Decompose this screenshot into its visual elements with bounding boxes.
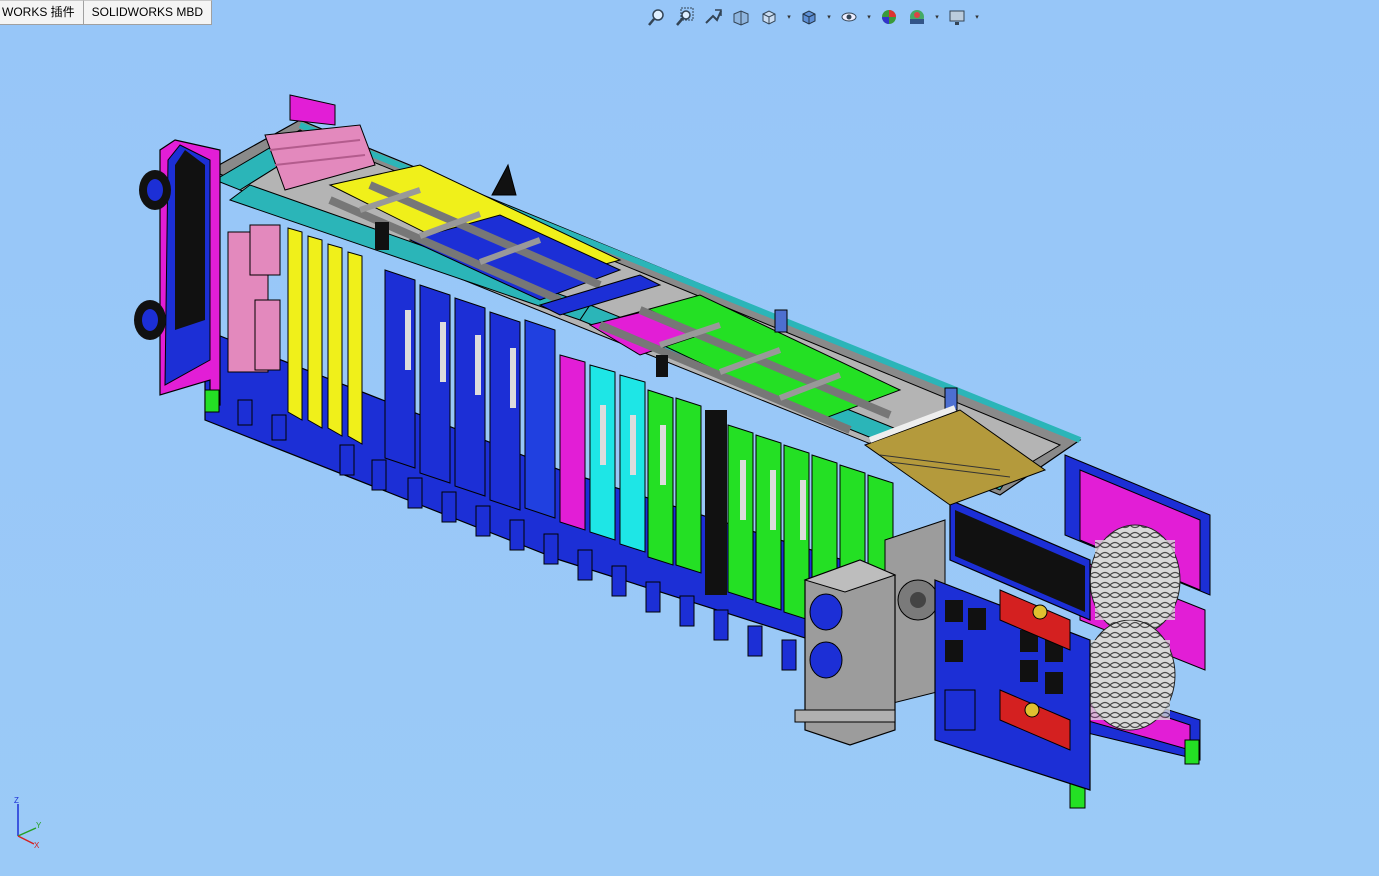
edit-appearance-icon [882,10,896,24]
triad-x-label: X [34,841,40,850]
apply-scene-button[interactable] [905,6,929,28]
section-view-icon [733,10,749,26]
view-orientation-icon [762,10,776,25]
triad-y-label: Y [36,821,42,830]
machine-assembly[interactable] [134,94,1211,809]
hide-show-items-button[interactable] [837,6,861,28]
display-style-icon [802,10,816,25]
section-view-button[interactable] [729,6,753,28]
triad-z-label: Z [14,796,19,805]
zoom-to-area-icon [676,7,694,26]
command-manager-tabs: WORKS 插件 SOLIDWORKS MBD [0,0,213,25]
tab-solidworks-mbd[interactable]: SOLIDWORKS MBD [83,0,213,24]
hide-show-items-icon [841,12,857,22]
display-style-button[interactable] [797,6,821,28]
zoom-to-fit-button[interactable] [645,6,669,28]
graphics-area[interactable] [0,26,1379,876]
chevron-down-icon[interactable]: ▾ [865,6,873,28]
chevron-down-icon[interactable]: ▾ [785,6,793,28]
zoom-to-area-button[interactable] [673,6,697,28]
instrument-housing [794,559,897,746]
apply-scene-icon [910,10,924,24]
chevron-down-icon[interactable]: ▾ [973,6,981,28]
reference-triad: Z Y X [14,796,42,850]
previous-view-button[interactable] [701,6,725,28]
view-settings-icon [949,10,965,25]
edit-appearance-button[interactable] [877,6,901,28]
front-control-panel [934,499,1091,791]
tab-addins[interactable]: WORKS 插件 [0,0,84,24]
chevron-down-icon[interactable]: ▾ [825,6,833,28]
zoom-to-fit-icon [648,9,664,26]
chevron-down-icon[interactable]: ▾ [933,6,941,28]
view-settings-button[interactable] [945,6,969,28]
view-orientation-button[interactable] [757,6,781,28]
previous-view-icon [705,9,722,24]
